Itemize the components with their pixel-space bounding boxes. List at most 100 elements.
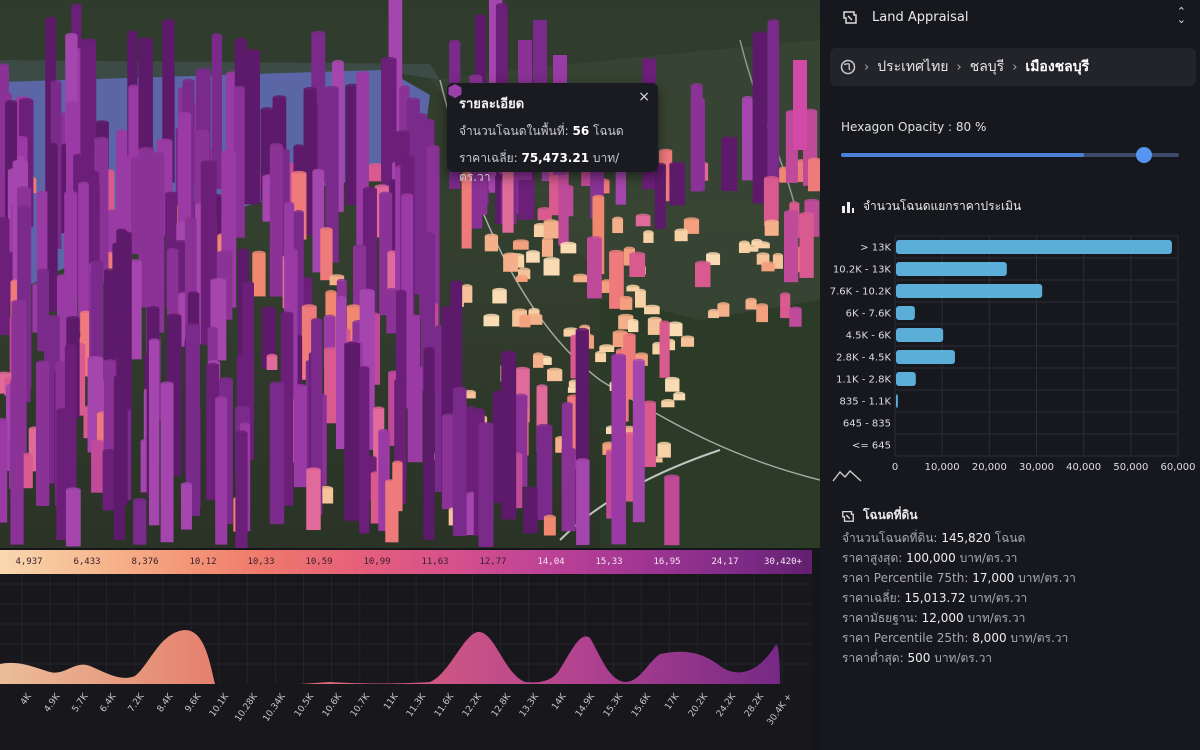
stat-value: 15,013.72 [904,591,966,605]
stat-row: ราคา Percentile 25th: 8,000 บาท/ตร.วา [842,628,1076,648]
globe-icon [840,59,856,75]
legend-tick: 10,59 [305,557,333,567]
stat-value: 8,000 [972,631,1007,645]
histogram-bar[interactable] [896,240,1172,254]
legend-tick: 16,95 [653,557,681,567]
deed-icon [842,510,854,522]
opacity-slider-fill [841,153,1085,157]
histogram-header: จำนวนโฉนดแยกราคาประเมิน [841,197,1021,216]
stat-label: ราคาเฉลี่ย: [842,591,901,605]
legend-tick: 14,04 [537,557,565,567]
histogram-svg: 0 10,000 20,000 30,000 40,000 50,000 60,000 > 1… [830,235,1196,473]
legend-tick: 24,17 [711,557,739,567]
histogram-bar[interactable] [896,372,916,386]
deeds-title: โฉนดที่ดิน [863,508,918,522]
stat-label: ราคาต่ำสุด: [842,651,904,665]
tooltip-avg-value: 75,473.21 [521,151,590,165]
stat-value: 145,820 [941,531,991,545]
hexagon-3d-map[interactable] [0,0,820,548]
histogram-x-tick: 40,000 [1066,462,1101,473]
opacity-slider[interactable] [841,147,1179,163]
histogram-title: จำนวนโฉนดแยกราคาประเมิน [863,199,1022,213]
deeds-header: โฉนดที่ดิน [841,506,918,525]
app-selector[interactable]: Land Appraisal ⌃ ⌄ [832,0,1194,34]
appraisal-icon [843,11,857,24]
stat-label: ราคา Percentile 25th: [842,631,969,645]
histogram-category-label: 6K - 7.6K [846,309,892,320]
histogram-x-tick: 30,000 [1019,462,1054,473]
stat-row: ราคาสูงสุด: 100,000 บาท/ตร.วา [842,548,1076,568]
breadcrumb-country[interactable]: ประเทศไทย [877,56,948,78]
chevron-right-icon: › [956,59,962,75]
tooltip-count-row: จำนวนโฉนดในพื้นที่: 56 โฉนด [459,124,624,138]
stat-row: ราคามัธยฐาน: 12,000 บาท/ตร.วา [842,608,1076,628]
stat-row: ราคา Percentile 75th: 17,000 บาท/ตร.วา [842,568,1076,588]
histogram-category-label: 1.1K - 2.8K [836,375,891,386]
histogram-bar[interactable] [896,350,955,364]
chevron-updown-icon: ⌃ ⌄ [1176,5,1186,26]
histogram-bar[interactable] [896,306,915,320]
stat-value: 17,000 [972,571,1015,585]
histogram-x-tick: 60,000 [1161,462,1196,473]
stat-label: ราคาสูงสุด: [842,551,903,565]
histogram-bar[interactable] [896,394,898,408]
price-histogram: 0 10,000 20,000 30,000 40,000 50,000 60,000 > 1… [820,228,1200,478]
stat-unit: บาท/ตร.วา [934,651,993,665]
breadcrumb-district: เมืองชลบุรี [1025,59,1090,75]
stat-unit: โฉนด [994,531,1026,545]
legend-tick: 12,77 [479,557,507,567]
histogram-x-tick: 0 [892,462,898,473]
histogram-category-label: 645 - 835 [843,419,891,430]
chevron-right-icon: › [1012,59,1018,75]
histogram-bar[interactable] [896,284,1043,298]
mountain-icon [832,469,862,482]
histogram-category-label: > 13K [860,243,891,254]
histogram-category-label: 2.8K - 4.5K [836,353,891,364]
hexagon-detail-tooltip: รายละเอียด × จำนวนโฉนดในพื้นที่: 56 โฉนด… [447,83,658,184]
legend-tick: 10,33 [247,557,275,567]
legend-tick: 10,99 [363,557,391,567]
breadcrumb-province[interactable]: ชลบุรี [970,56,1005,78]
stat-label: ราคามัธยฐาน: [842,611,918,625]
histogram-x-tick: 10,000 [925,462,960,473]
tooltip-avg-row: ราคาเฉลี่ย: 75,473.21 บาท/ตร.วา [459,151,620,184]
histogram-category-label: <= 645 [852,441,891,452]
legend-tick: 15,33 [595,557,623,567]
close-icon[interactable]: × [638,89,650,105]
stat-label: ราคา Percentile 75th: [842,571,969,585]
map-view[interactable]: รายละเอียด × จำนวนโฉนดในพื้นที่: 56 โฉนด… [0,0,820,548]
breadcrumb: › ประเทศไทย › ชลบุรี › เมืองชลบุรี [830,48,1196,86]
deed-statistics: จำนวนโฉนดที่ดิน: 145,820 โฉนด ราคาสูงสุด:… [842,528,1076,668]
legend-tick: 11,63 [421,557,449,567]
stat-unit: บาท/ตร.วา [1010,631,1069,645]
price-distribution-chart: 4K 4.9K 5.7K 6.4K 7.2K 8.4K 9.6K 10.1K 10.28K 10.… [0,574,812,750]
histogram-x-tick: 20,000 [972,462,1007,473]
distribution-area [0,630,780,684]
stat-unit: บาท/ตร.วา [967,611,1026,625]
legend-tick: 8,376 [131,557,159,567]
histogram-bar[interactable] [896,328,944,342]
histogram-category-label: 10.2K - 13K [833,265,892,276]
legend-tick: 10,12 [189,557,217,567]
chevron-right-icon: › [864,59,870,75]
distribution-area-svg [0,574,812,684]
histogram-x-tick: 50,000 [1113,462,1148,473]
histogram-category-label: 7.6K - 10.2K [830,287,892,298]
hexagon-icon [448,84,462,98]
tooltip-count-value: 56 [572,124,590,138]
price-color-legend: 4,937 6,433 8,376 10,12 10,33 10,59 10,99 11,63… [0,550,812,574]
opacity-slider-handle[interactable] [1136,147,1153,163]
stat-row: ราคาต่ำสุด: 500 บาท/ตร.วา [842,648,1076,668]
stat-row: จำนวนโฉนดที่ดิน: 145,820 โฉนด [842,528,1076,548]
stat-unit: บาท/ตร.วา [1018,571,1076,585]
stat-label: จำนวนโฉนดที่ดิน: [842,531,938,545]
legend-tick: 30,420+ [764,557,802,567]
stat-unit: บาท/ตร.วา [959,551,1018,565]
opacity-label: Hexagon Opacity : 80 % [841,120,987,134]
histogram-bar[interactable] [896,262,1007,276]
tooltip-title: รายละเอียด [459,97,525,112]
histogram-category-label: 4.5K - 6K [846,331,892,342]
side-panel: Land Appraisal ⌃ ⌄ › ประเทศไทย › ชลบุรี ›… [820,0,1200,750]
stat-unit: บาท/ตร.วา [969,591,1028,605]
stat-row: ราคาเฉลี่ย: 15,013.72 บาท/ตร.วา [842,588,1076,608]
